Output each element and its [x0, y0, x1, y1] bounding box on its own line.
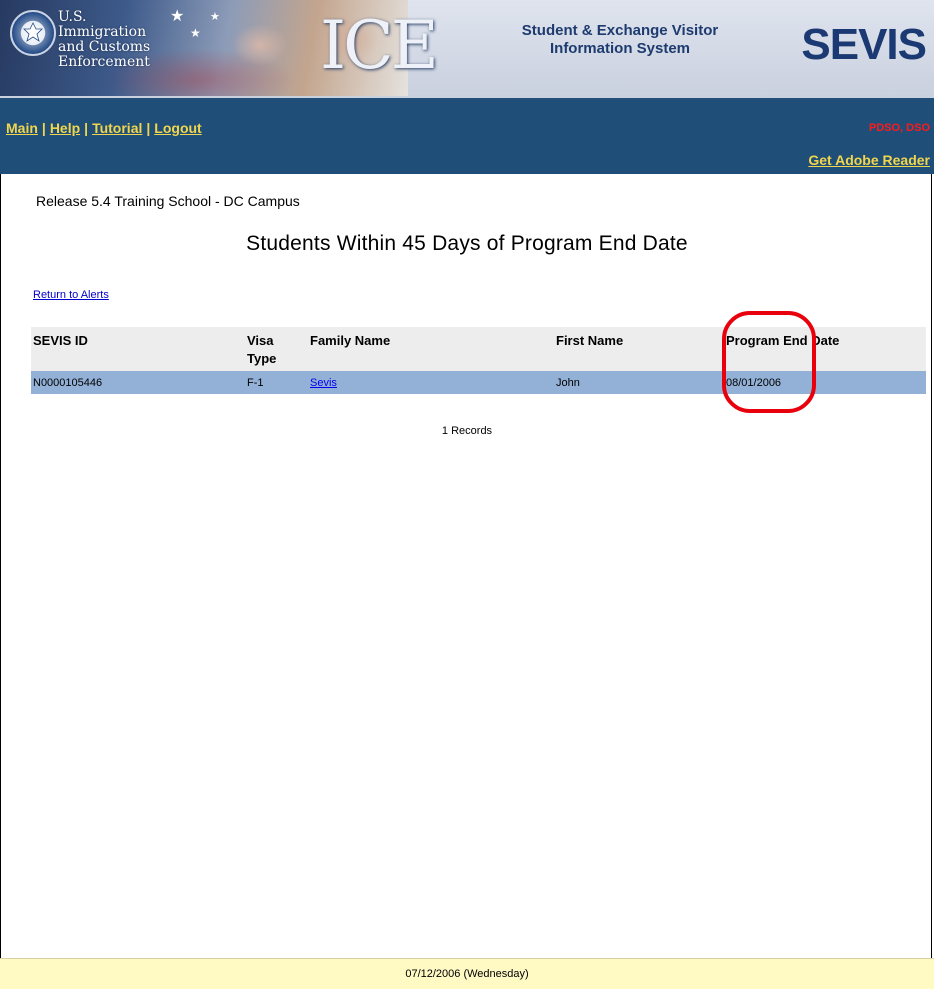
nav-separator: | — [84, 120, 89, 136]
column-header-visa-type: Visa Type — [245, 327, 308, 371]
dhs-seal-icon — [10, 10, 56, 56]
nav-separator: | — [146, 120, 151, 136]
column-header-sevis-id: SEVIS ID — [31, 327, 245, 371]
return-to-alerts-link[interactable]: Return to Alerts — [33, 289, 109, 301]
system-title: Student & Exchange Visitor Information S… — [521, 22, 719, 57]
cell-first-name: John — [554, 371, 724, 394]
nav-link-tutorial[interactable]: Tutorial — [92, 120, 142, 136]
footer-date-bar: 07/12/2006 (Wednesday) — [0, 958, 934, 989]
column-header-program-end-date: Program End Date — [724, 327, 926, 371]
family-name-link[interactable]: Sevis — [310, 377, 337, 389]
sevis-logo: SEVIS — [801, 20, 927, 69]
nav-link-help[interactable]: Help — [50, 120, 80, 136]
footer-date: 07/12/2006 (Wednesday) — [405, 968, 529, 980]
agency-name: U.S. Immigration and Customs Enforcement — [58, 9, 151, 70]
nav-link-logout[interactable]: Logout — [154, 120, 201, 136]
star-icon: ★ — [170, 6, 185, 25]
table-header-row: SEVIS ID Visa Type Family Name First Nam… — [31, 327, 926, 371]
star-icon: ★ — [190, 26, 201, 40]
header-banner: U.S. Immigration and Customs Enforcement… — [0, 0, 934, 100]
column-header-family-name: Family Name — [308, 327, 554, 371]
records-count: 1 Records — [441, 425, 493, 437]
nav-bar: Main | Help | Tutorial | Logout PDSO, DSO Get … — [0, 98, 934, 174]
ice-logo: ICE — [320, 7, 439, 84]
get-adobe-reader-link[interactable]: Get Adobe Reader — [808, 152, 930, 168]
nav-links: Main | Help | Tutorial | Logout — [6, 120, 202, 136]
nav-link-main[interactable]: Main — [6, 120, 38, 136]
school-name: Release 5.4 Training School - DC Campus — [36, 193, 300, 209]
user-role: PDSO, DSO — [868, 122, 930, 134]
cell-family-name: Sevis — [308, 371, 554, 394]
cell-program-end-date: 08/01/2006 — [724, 371, 926, 394]
table-row: N0000105446 F-1 Sevis John 08/01/2006 — [31, 371, 926, 394]
nav-separator: | — [41, 120, 46, 136]
star-icon: ★ — [210, 10, 220, 23]
cell-sevis-id: N0000105446 — [31, 371, 245, 394]
cell-visa-type: F-1 — [245, 371, 308, 394]
column-header-first-name: First Name — [554, 327, 724, 371]
page-title: Students Within 45 Days of Program End D… — [246, 232, 688, 255]
students-table: SEVIS ID Visa Type Family Name First Nam… — [31, 327, 926, 394]
